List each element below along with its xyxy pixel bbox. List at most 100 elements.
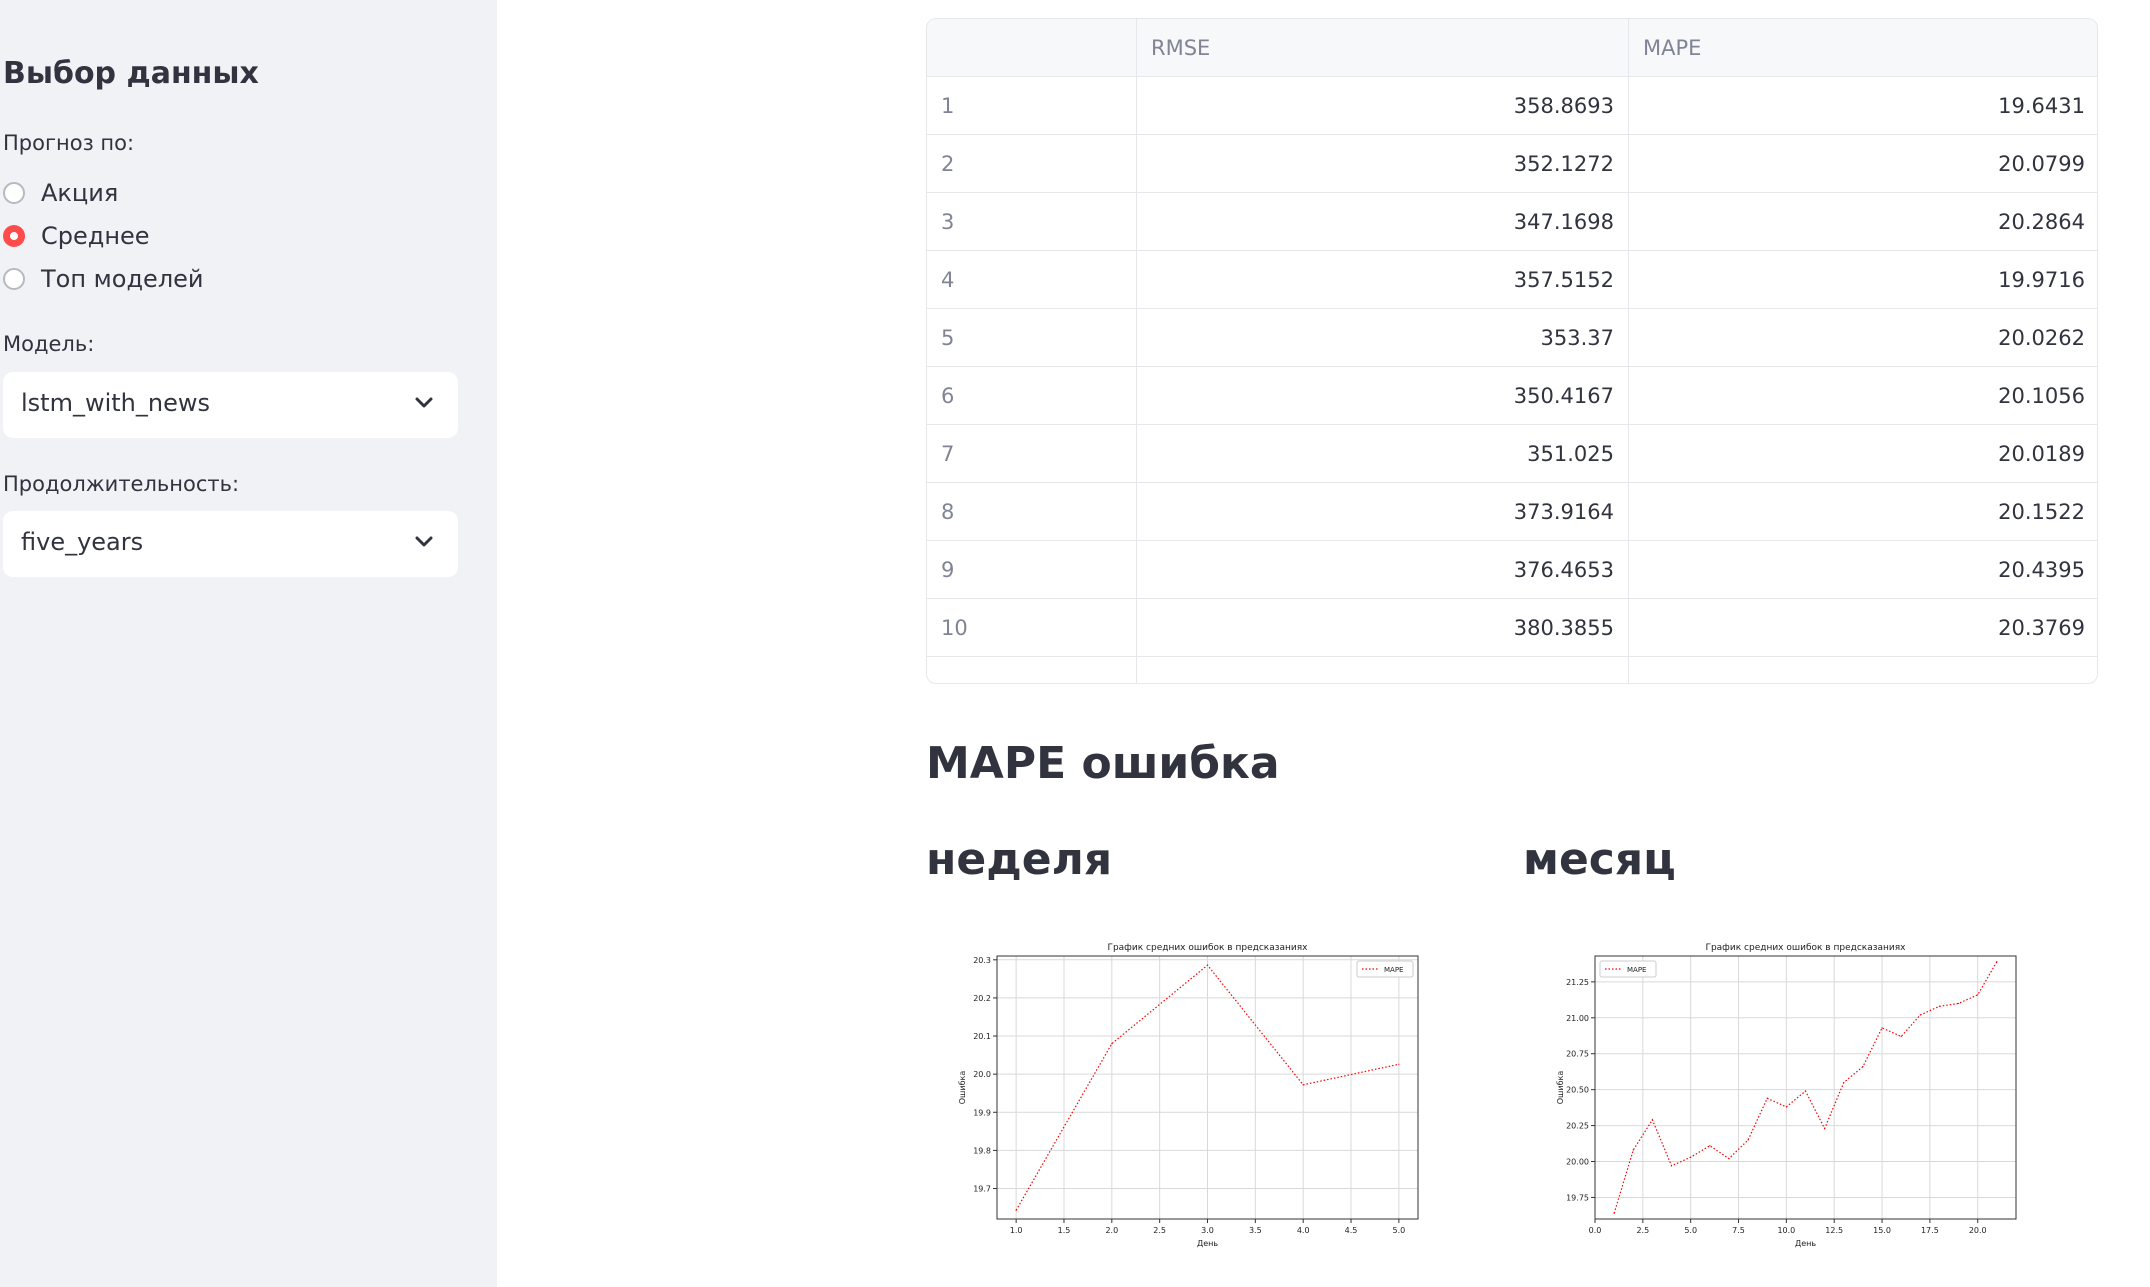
x-tick-label: 7.5 <box>1732 1226 1745 1235</box>
mape-cell: 20.2864 <box>1998 210 2085 234</box>
y-tick-label: 19.9 <box>973 1108 991 1117</box>
table-header: RMSE MAPE <box>927 19 2097 77</box>
month-mape-chart: 0.0 2.5 5.0 7.5 10.0 12.5 15.0 17.5 20.0 19.75 20.… <box>1523 936 2026 1251</box>
data-point <box>1900 1035 1902 1038</box>
data-point <box>1728 1158 1730 1160</box>
data-point <box>1938 1005 1941 1007</box>
x-tick-label: 20.0 <box>1969 1226 1987 1235</box>
data-table[interactable]: RMSE MAPE 1 358.8693 19.6431 2 352.1272 … <box>926 18 2098 684</box>
header-mape[interactable]: MAPE <box>1629 19 2097 77</box>
data-point <box>1709 1145 1711 1147</box>
row-index: 3 <box>927 193 1137 251</box>
rmse-cell: 347.1698 <box>1137 193 1629 251</box>
duration-select[interactable]: five_years <box>3 511 458 577</box>
data-point <box>1651 1119 1654 1121</box>
data-point <box>1670 1165 1673 1167</box>
mape-cell: 20.0262 <box>1998 326 2085 350</box>
model-select-value: lstm_with_news <box>21 389 210 417</box>
x-tick-label: 4.0 <box>1297 1226 1310 1235</box>
mape-cell: 20.4395 <box>1998 558 2085 582</box>
x-tick-label: 10.0 <box>1777 1226 1795 1235</box>
header-rmse[interactable]: RMSE <box>1137 19 1629 77</box>
chart-background <box>1523 936 2026 1251</box>
data-point <box>1747 1139 1749 1141</box>
table-row: 8 373.9164 20.1522 <box>927 483 2097 541</box>
rmse-cell: 373.9164 <box>1137 483 1629 541</box>
table-row: 4 357.5152 19.9716 <box>927 251 2097 309</box>
table-row: 1 358.8693 19.6431 <box>927 77 2097 135</box>
data-point <box>1015 1209 1017 1211</box>
legend-label: MAPE <box>1384 966 1403 974</box>
data-point <box>1919 1014 1921 1016</box>
mape-cell: 20.1522 <box>1998 500 2085 524</box>
x-tick-label: 3.5 <box>1249 1226 1262 1235</box>
mape-cell: 20.1056 <box>1998 384 2085 408</box>
rmse-cell: 357.5152 <box>1137 251 1629 309</box>
row-index: 8 <box>927 483 1137 541</box>
y-axis-label: Ошибка <box>1556 1071 1565 1105</box>
data-point <box>1996 961 1998 963</box>
week-heading: неделя <box>926 834 1113 885</box>
y-tick-label: 20.50 <box>1566 1086 1589 1095</box>
rmse-cell: 353.37 <box>1137 309 1629 367</box>
data-point <box>1398 1063 1400 1065</box>
x-axis-label: День <box>1795 1239 1816 1248</box>
x-tick-label: 4.5 <box>1345 1226 1358 1235</box>
y-tick-label: 19.7 <box>973 1185 991 1194</box>
mape-cell: 20.0189 <box>1998 442 2085 466</box>
model-select[interactable]: lstm_with_news <box>3 372 458 438</box>
radio-selected-icon <box>3 225 25 247</box>
y-tick-label: 20.00 <box>1566 1158 1589 1167</box>
x-tick-label: 15.0 <box>1873 1226 1891 1235</box>
header-index <box>927 19 1137 77</box>
radio-option-top-models[interactable]: Топ моделей <box>3 261 204 297</box>
x-tick-label: 1.0 <box>1010 1226 1023 1235</box>
chevron-down-icon <box>415 397 433 408</box>
radio-option-stock[interactable]: Акция <box>3 175 118 211</box>
y-tick-label: 20.75 <box>1566 1050 1589 1059</box>
month-heading: месяц <box>1523 834 1676 885</box>
table-row: 3 347.1698 20.2864 <box>927 193 2097 251</box>
table-row-partial <box>927 657 2097 683</box>
y-tick-label: 21.25 <box>1566 978 1589 987</box>
data-point <box>1804 1090 1807 1092</box>
radio-circle-icon <box>3 182 25 204</box>
chart-title: График средних ошибок в предсказаниях <box>1705 943 1906 953</box>
x-tick-label: 0.0 <box>1589 1226 1602 1235</box>
mape-cell: 19.9716 <box>1998 268 2085 292</box>
chart-background <box>925 936 1428 1251</box>
x-tick-label: 5.0 <box>1684 1226 1697 1235</box>
sidebar: Выбор данных Прогноз по: Акция Среднее Т… <box>0 0 497 1287</box>
y-tick-label: 19.8 <box>973 1146 991 1155</box>
data-point <box>1824 1127 1826 1130</box>
radio-label: Среднее <box>41 222 150 250</box>
x-axis-label: День <box>1197 1239 1218 1248</box>
rmse-cell: 352.1272 <box>1137 135 1629 193</box>
duration-label: Продолжительность: <box>3 472 240 496</box>
week-mape-chart: 1.0 1.5 2.0 2.5 3.0 3.5 4.0 4.5 5.0 19.7 19.8 19.9 2… <box>925 936 1428 1251</box>
table-row: 2 352.1272 20.0799 <box>927 135 2097 193</box>
x-tick-label: 2.5 <box>1636 1226 1649 1235</box>
data-point <box>1690 1156 1692 1158</box>
row-index: 6 <box>927 367 1137 425</box>
data-point <box>1957 1002 1960 1005</box>
table-row: 9 376.4653 20.4395 <box>927 541 2097 599</box>
duration-select-value: five_years <box>21 528 144 556</box>
data-point <box>1302 1084 1304 1086</box>
data-point <box>1206 964 1209 966</box>
row-index: 2 <box>927 135 1137 193</box>
forecast-label: Прогноз по: <box>3 131 135 155</box>
row-index-partial <box>927 657 1137 683</box>
x-tick-label: 5.0 <box>1392 1226 1405 1235</box>
row-index: 9 <box>927 541 1137 599</box>
data-point <box>1632 1149 1634 1151</box>
table-row: 10 380.3855 20.3769 <box>927 599 2097 657</box>
y-tick-label: 20.3 <box>973 956 991 965</box>
sidebar-title: Выбор данных <box>3 56 259 91</box>
y-tick-label: 20.25 <box>1566 1122 1589 1131</box>
y-axis-label: Ошибка <box>958 1071 967 1105</box>
data-point <box>1881 1027 1883 1029</box>
data-point <box>1766 1097 1768 1099</box>
y-tick-label: 21.00 <box>1566 1014 1589 1023</box>
radio-option-average[interactable]: Среднее <box>3 218 150 254</box>
